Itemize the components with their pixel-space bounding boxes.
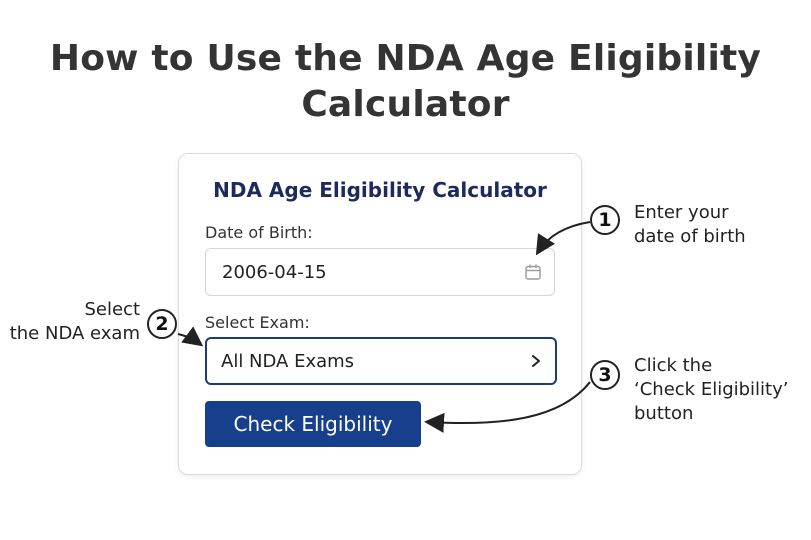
step-1-badge: 1 <box>590 205 620 235</box>
exam-selected-value: All NDA Exams <box>221 350 355 372</box>
page-title-line-2: Calculator <box>301 84 510 125</box>
exam-label: Select Exam: <box>205 313 310 332</box>
check-eligibility-button[interactable]: Check Eligibility <box>205 401 421 447</box>
step-3-note: Click the ‘Check Eligibility’ button <box>634 354 788 426</box>
page-title-line-1: How to Use the NDA Age Eligibility <box>49 38 762 79</box>
step-2-badge: 2 <box>147 309 177 339</box>
step-1-note: Enter your date of birth <box>634 201 746 249</box>
step-3-line-3: button <box>634 403 694 424</box>
calculator-card: NDA Age Eligibility Calculator Date of B… <box>178 153 582 475</box>
calculator-title: NDA Age Eligibility Calculator <box>213 178 547 202</box>
dob-label: Date of Birth: <box>205 223 313 242</box>
page-title: How to Use the NDA Age Eligibility Calcu… <box>0 36 811 128</box>
step-3-badge: 3 <box>590 360 620 390</box>
step-3-line-2: ‘Check Eligibility’ <box>634 379 789 400</box>
step-2-note: Select the NDA exam <box>4 298 140 346</box>
calendar-icon[interactable] <box>524 263 542 281</box>
step-2-line-2: the NDA exam <box>9 323 140 344</box>
dob-value: 2006-04-15 <box>222 261 327 283</box>
step-1-line-1: Enter your <box>634 202 729 223</box>
chevron-right-icon <box>532 355 540 367</box>
exam-select[interactable]: All NDA Exams <box>205 337 557 385</box>
step-3-line-1: Click the <box>634 355 713 376</box>
step-1-line-2: date of birth <box>634 226 746 247</box>
dob-input[interactable]: 2006-04-15 <box>205 248 555 296</box>
step-2-line-1: Select <box>84 299 140 320</box>
